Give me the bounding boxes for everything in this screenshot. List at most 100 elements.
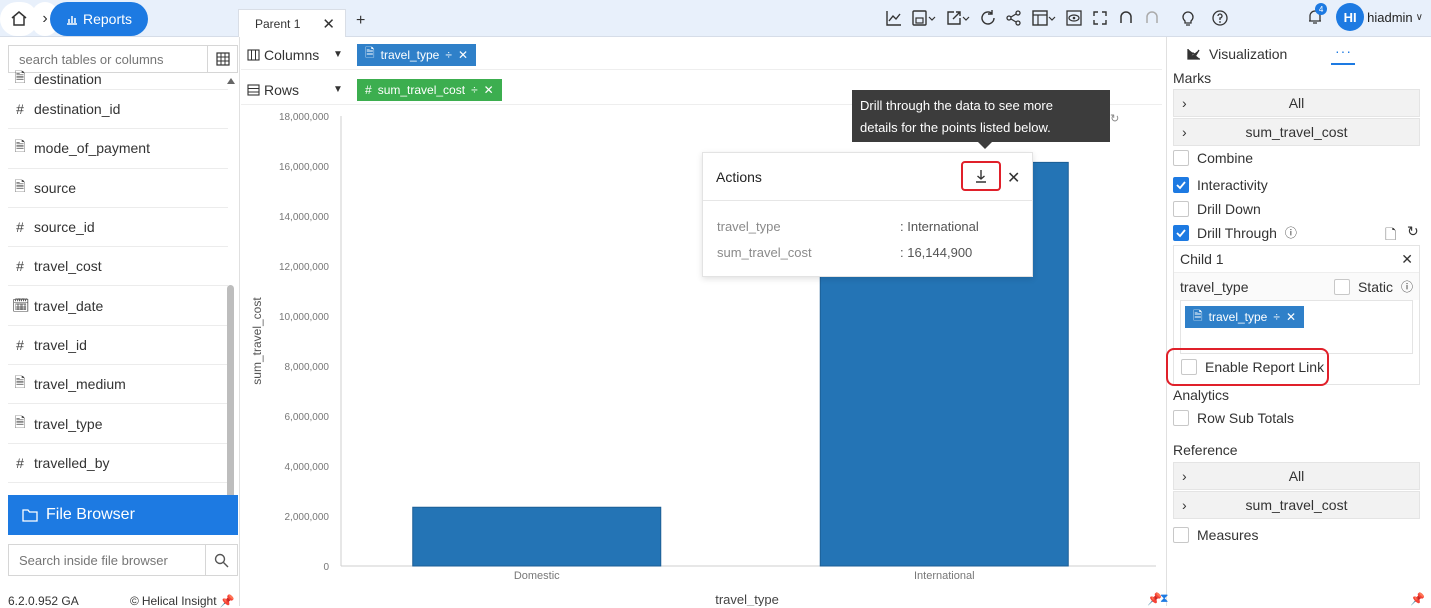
fullscreen-icon[interactable] [1090, 8, 1110, 28]
divide-icon[interactable]: ÷ [471, 83, 478, 97]
search-icon[interactable] [205, 545, 237, 575]
checkbox[interactable] [1173, 201, 1189, 217]
reference-sum-accordion[interactable]: › sum_travel_cost [1173, 491, 1420, 519]
field-item[interactable]: # travelled_by [8, 444, 228, 483]
home-icon [11, 10, 27, 26]
pin-icon[interactable]: 📌 [1410, 592, 1425, 606]
file-browser-search-input[interactable] [9, 545, 205, 575]
breadcrumb-reports[interactable]: Reports [50, 1, 149, 36]
remove-pill-icon[interactable]: ✕ [1286, 310, 1296, 324]
help-icon[interactable] [1210, 8, 1230, 28]
tab-visualization[interactable]: Visualization [1187, 46, 1287, 62]
remove-pill-icon[interactable]: ✕ [484, 83, 494, 97]
rows-shelf-label: Rows [241, 82, 333, 98]
export-icon[interactable] [944, 8, 972, 28]
close-icon[interactable]: ✕ [1007, 168, 1020, 188]
breadcrumb: › Reports [0, 0, 149, 37]
info-icon[interactable]: ⓘ [1401, 278, 1413, 295]
field-item[interactable]: # destination_id [8, 90, 228, 130]
info-icon[interactable]: ⓘ [1285, 224, 1297, 241]
preview-icon[interactable] [1064, 8, 1084, 28]
field-item[interactable]: 🗎 travel_medium [8, 365, 228, 405]
drill-down-checkbox[interactable]: Drill Down [1173, 201, 1261, 217]
interactivity-checkbox[interactable]: Interactivity [1173, 177, 1268, 193]
actions-title: Actions [716, 168, 762, 185]
checkbox[interactable] [1173, 150, 1189, 166]
tooltip-line-2: details for the points listed below. [860, 120, 1051, 135]
accordion-label: sum_travel_cost [1245, 497, 1348, 513]
checkbox-checked[interactable] [1173, 224, 1189, 241]
combine-label: Combine [1197, 150, 1254, 166]
line-chart-icon[interactable] [884, 8, 904, 28]
field-item[interactable]: 🗎 mode_of_payment [8, 129, 228, 169]
child-label: Child 1 [1180, 251, 1224, 267]
redo-icon[interactable] [1142, 8, 1162, 28]
child-pill[interactable]: 🗎 travel_type ÷ ✕ [1185, 306, 1305, 328]
remove-pill-icon[interactable]: ✕ [458, 48, 468, 62]
save-icon[interactable] [910, 8, 938, 28]
child-field-row: travel_type Static ⓘ [1174, 272, 1419, 300]
bell-icon[interactable]: 4 [1305, 3, 1328, 27]
accordion-label: sum_travel_cost [1245, 124, 1348, 140]
number-field-icon: # [365, 82, 372, 97]
checkbox-checked[interactable] [1173, 177, 1189, 193]
scroll-up-icon[interactable] [226, 77, 236, 85]
scrollbar[interactable] [226, 77, 236, 530]
bar[interactable] [412, 506, 662, 567]
divide-icon[interactable]: ÷ [1273, 310, 1280, 324]
text-field-icon: 🗎 [14, 69, 26, 85]
reference-all-accordion[interactable]: › All [1173, 462, 1420, 490]
drill-through-download-button[interactable] [961, 161, 1001, 191]
refresh-icon[interactable]: ↻ [1407, 223, 1419, 240]
close-icon[interactable]: ✕ [1401, 251, 1413, 268]
field-item[interactable]: 🗎 destination [8, 69, 228, 90]
layout-icon[interactable] [1030, 8, 1058, 28]
share-icon[interactable] [1004, 8, 1024, 28]
marks-sum-accordion[interactable]: › sum_travel_cost [1173, 118, 1420, 146]
rows-pill[interactable]: # sum_travel_cost ÷ ✕ [357, 78, 502, 101]
columns-dropdown-icon[interactable]: ▼ [333, 49, 347, 60]
hint-bulb-icon[interactable] [1178, 8, 1198, 28]
number-field-icon: # [16, 219, 24, 236]
add-tab-button[interactable]: + [356, 12, 365, 30]
field-item[interactable]: 🗎 travel_type [8, 404, 228, 444]
field-list: 🗎 destination # destination_id 🗎 mode_of_paym… [8, 69, 228, 483]
tab-parent-1[interactable]: Parent 1 ✕ [238, 9, 346, 37]
action-row: travel_type : International [717, 219, 979, 234]
static-option[interactable]: Static ⓘ [1333, 278, 1413, 295]
child-drop-zone[interactable]: 🗎 travel_type ÷ ✕ [1180, 300, 1413, 354]
checkbox[interactable] [1173, 527, 1189, 543]
y-tick-label: 18,000,000 [279, 112, 329, 123]
measures-checkbox[interactable]: Measures [1173, 527, 1258, 543]
reload-icon[interactable]: ↻ [1110, 112, 1119, 125]
field-item[interactable]: 🗓 travel_date [8, 286, 228, 326]
scrollbar-thumb[interactable] [227, 285, 234, 515]
child-pill-label: travel_type [1208, 310, 1268, 324]
chevron-down-icon[interactable]: ∨ [1416, 12, 1423, 23]
refresh-icon[interactable] [978, 8, 998, 28]
y-tick-label: 6,000,000 [285, 412, 330, 423]
file-browser-button[interactable]: File Browser [8, 495, 238, 535]
divide-icon[interactable]: ÷ [445, 48, 452, 62]
drill-through-checkbox[interactable]: Drill Through ⓘ [1173, 224, 1297, 241]
row-sub-totals-checkbox[interactable]: Row Sub Totals [1173, 410, 1294, 426]
marks-all-accordion[interactable]: › All [1173, 89, 1420, 117]
field-item[interactable]: # source_id [8, 208, 228, 248]
checkbox[interactable] [1173, 410, 1189, 426]
combine-checkbox[interactable]: Combine [1173, 150, 1253, 166]
field-item[interactable]: # travel_cost [8, 247, 228, 287]
field-item[interactable]: # travel_id [8, 326, 228, 366]
breadcrumb-reports-label: Reports [83, 10, 133, 27]
tab-more[interactable]: ··· [1331, 43, 1355, 65]
x-tick-label: Domestic [514, 570, 560, 582]
user-name[interactable]: hiadmin [1367, 10, 1413, 25]
field-item[interactable]: 🗎 source [8, 169, 228, 208]
action-row: sum_travel_cost : 16,144,900 [717, 245, 972, 260]
avatar[interactable]: HI [1336, 3, 1365, 31]
rows-dropdown-icon[interactable]: ▼ [333, 84, 347, 95]
columns-pill[interactable]: 🗎 travel_type ÷ ✕ [357, 43, 477, 66]
actions-header: Actions ✕ [703, 153, 1032, 201]
undo-icon[interactable] [1116, 8, 1136, 28]
checkbox[interactable] [1333, 278, 1350, 295]
tab-close-icon[interactable]: ✕ [322, 15, 335, 33]
